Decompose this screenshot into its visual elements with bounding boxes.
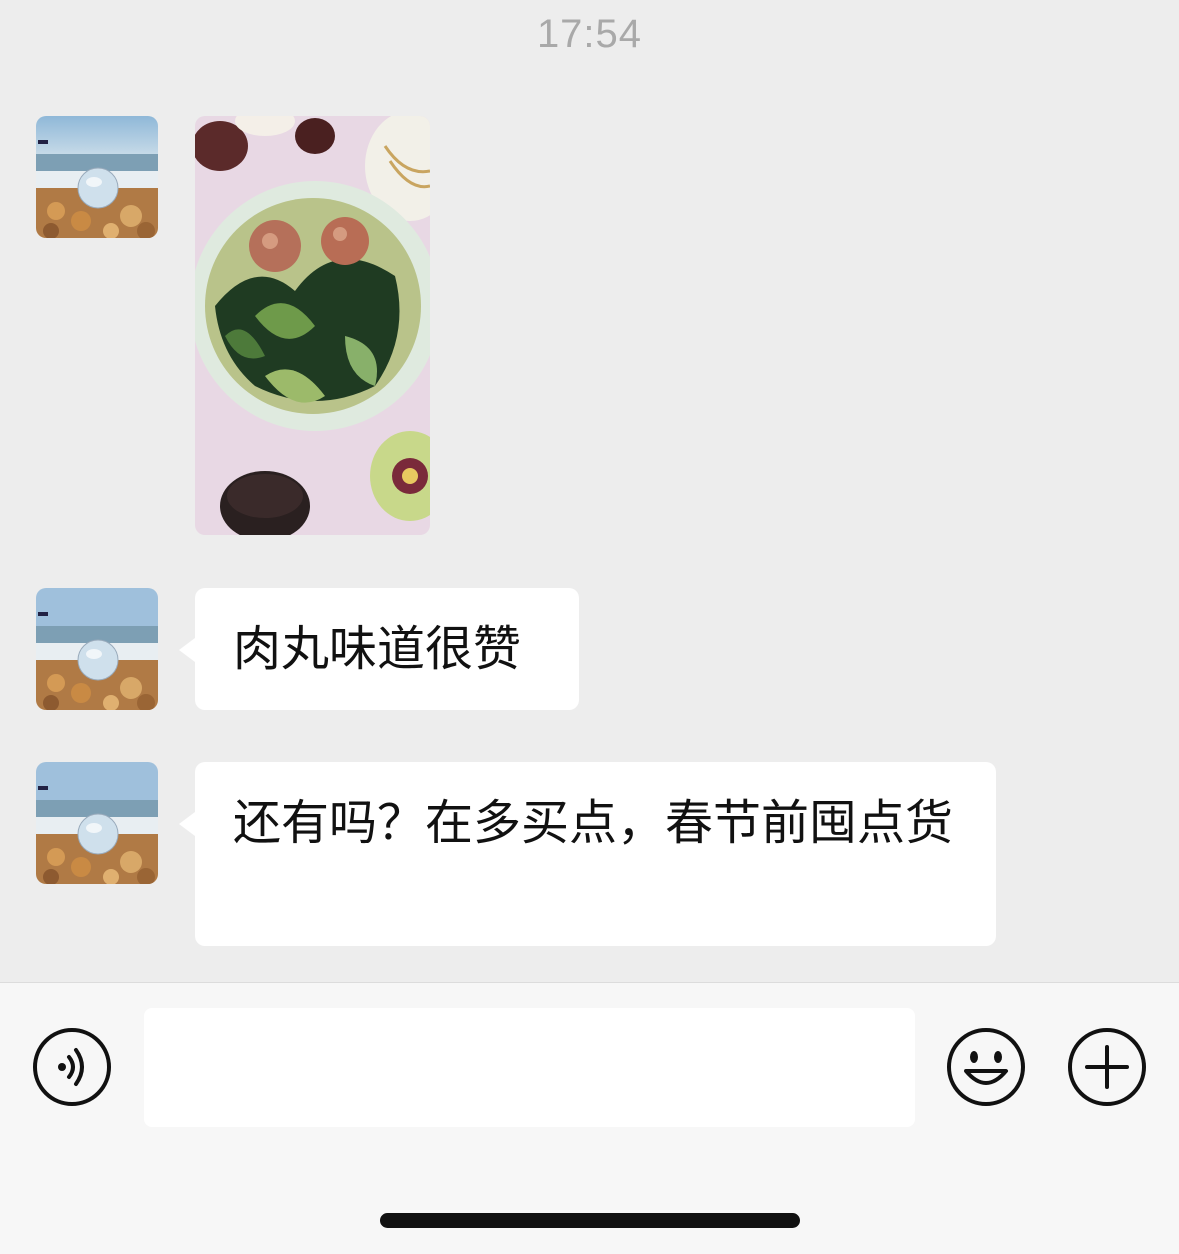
sender-avatar[interactable] [36, 588, 158, 710]
plus-icon[interactable] [1067, 1027, 1147, 1107]
sender-avatar[interactable] [36, 116, 158, 238]
message-bubble[interactable]: 还有吗？在多买点，春节前囤点货 [179, 762, 996, 946]
message-timestamp: 17:54 [536, 12, 643, 56]
message-bubble[interactable]: 肉丸味道很赞 [179, 588, 579, 710]
emoji-icon[interactable] [946, 1027, 1026, 1107]
message-input[interactable] [144, 1008, 915, 1127]
food-photo[interactable] [195, 116, 430, 535]
home-indicator [380, 1213, 800, 1228]
message-text: 还有吗？在多买点，春节前囤点货 [233, 795, 954, 851]
input-toolbar [0, 982, 1179, 1254]
message-text: 肉丸味道很赞 [233, 621, 522, 677]
voice-icon[interactable] [32, 1027, 112, 1107]
sender-avatar[interactable] [36, 762, 158, 884]
